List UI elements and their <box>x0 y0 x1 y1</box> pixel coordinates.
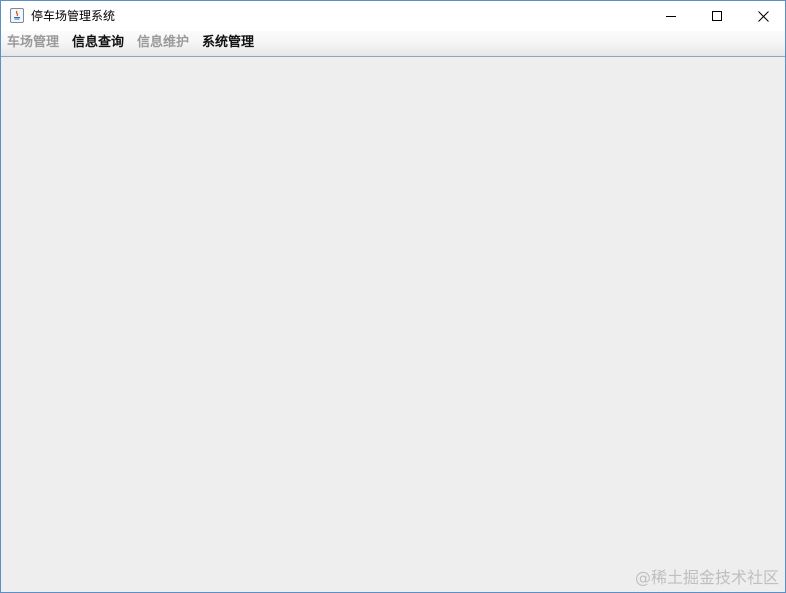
watermark: @稀土掘金技术社区 <box>634 568 779 587</box>
java-icon <box>10 8 24 23</box>
maximize-icon <box>712 11 722 21</box>
menu-info-maintenance: 信息维护 <box>137 35 190 50</box>
minimize-button[interactable] <box>648 1 694 31</box>
menu-bar: 车场管理 信息查询 信息维护 系统管理 <box>1 31 785 57</box>
maximize-button[interactable] <box>694 1 740 31</box>
menu-parking-management: 车场管理 <box>7 35 60 50</box>
menu-system-management[interactable]: 系统管理 <box>202 35 254 51</box>
main-content-area: @稀土掘金技术社区 <box>1 57 785 592</box>
close-button[interactable] <box>740 1 785 31</box>
app-window: 停车场管理系统 车场管理 信息查询 信息维护 系统管理 @稀土掘金技术社区 <box>0 0 786 593</box>
title-bar[interactable]: 停车场管理系统 <box>1 1 785 31</box>
window-title: 停车场管理系统 <box>31 9 116 23</box>
minimize-icon <box>666 16 676 17</box>
menu-info-query[interactable]: 信息查询 <box>72 35 124 51</box>
close-icon <box>757 10 769 22</box>
